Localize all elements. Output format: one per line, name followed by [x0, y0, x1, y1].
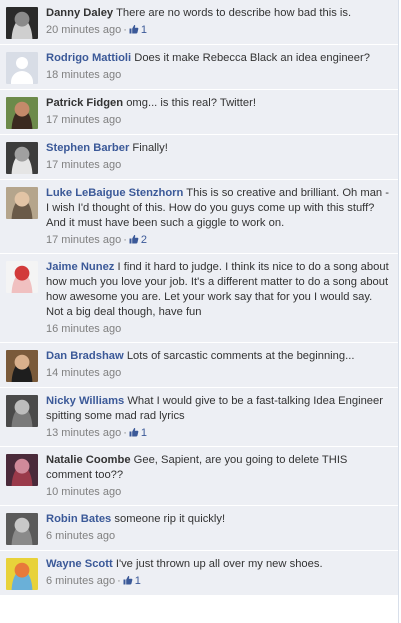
- comment-text: There are no words to describe how bad t…: [116, 7, 352, 19]
- comment-author-link[interactable]: Luke LeBaigue Stenzhorn: [46, 187, 183, 199]
- comment-timestamp[interactable]: 18 minutes ago: [46, 69, 121, 81]
- like-count[interactable]: 1: [135, 575, 141, 587]
- comment-meta: 14 minutes ago: [46, 366, 392, 381]
- comment-timestamp[interactable]: 6 minutes ago: [46, 530, 115, 542]
- avatar[interactable]: [6, 142, 38, 174]
- comment-body: Rodrigo Mattioli Does it make Rebecca Bl…: [46, 50, 392, 83]
- avatar[interactable]: [6, 187, 38, 219]
- comment-timestamp[interactable]: 10 minutes ago: [46, 486, 121, 498]
- meta-separator: ·: [117, 575, 121, 587]
- comment-author-link[interactable]: Danny Daley: [46, 7, 113, 19]
- comment-timestamp[interactable]: 17 minutes ago: [46, 114, 121, 126]
- comment-body: Robin Bates someone rip it quickly! 6 min…: [46, 511, 392, 544]
- avatar[interactable]: [6, 395, 38, 427]
- comment-item: Luke LeBaigue Stenzhorn This is so creat…: [0, 180, 398, 254]
- comment-author-link[interactable]: Jaime Nunez: [46, 261, 114, 273]
- comment-text: Finally!: [132, 142, 168, 154]
- comment-item: Patrick Fidgen omg... is this real? Twit…: [0, 90, 398, 135]
- comment-meta: 6 minutes ago · 1: [46, 574, 392, 589]
- thumbs-up-icon: [129, 234, 139, 244]
- comment-item: Dan Bradshaw Lots of sarcastic comments …: [0, 343, 398, 388]
- comment-item: Rodrigo Mattioli Does it make Rebecca Bl…: [0, 45, 398, 90]
- like-count-link[interactable]: 1: [129, 24, 147, 36]
- comment-meta: 10 minutes ago: [46, 485, 392, 500]
- comment-body: Luke LeBaigue Stenzhorn This is so creat…: [46, 185, 392, 248]
- avatar[interactable]: [6, 52, 38, 84]
- comment-meta: 17 minutes ago · 2: [46, 233, 392, 248]
- comment-timestamp[interactable]: 17 minutes ago: [46, 159, 121, 171]
- comment-item: Jaime Nunez I find it hard to judge. I t…: [0, 254, 398, 343]
- comment-text: someone rip it quickly!: [114, 513, 226, 525]
- comment-meta: 13 minutes ago · 1: [46, 426, 392, 441]
- comment-timestamp[interactable]: 13 minutes ago: [46, 427, 121, 439]
- comment-meta: 6 minutes ago: [46, 529, 392, 544]
- comment-meta: 18 minutes ago: [46, 68, 392, 83]
- comment-body: Wayne Scott I've just thrown up all over…: [46, 556, 392, 589]
- meta-separator: ·: [123, 24, 127, 36]
- comment-body: Jaime Nunez I find it hard to judge. I t…: [46, 259, 392, 337]
- meta-separator: ·: [123, 234, 127, 246]
- comment-author-link[interactable]: Natalie Coombe: [46, 454, 131, 466]
- comment-text: omg... is this real? Twitter!: [126, 97, 256, 109]
- meta-separator: ·: [123, 427, 127, 439]
- like-count[interactable]: 2: [141, 234, 147, 246]
- comment-meta: 17 minutes ago: [46, 113, 392, 128]
- avatar[interactable]: [6, 558, 38, 590]
- like-count[interactable]: 1: [141, 427, 147, 439]
- comment-body: Nicky Williams What I would give to be a…: [46, 393, 392, 441]
- comment-timestamp[interactable]: 6 minutes ago: [46, 575, 115, 587]
- comment-meta: 17 minutes ago: [46, 158, 392, 173]
- comment-body: Danny Daley There are no words to descri…: [46, 5, 392, 38]
- avatar[interactable]: [6, 454, 38, 486]
- comment-body: Dan Bradshaw Lots of sarcastic comments …: [46, 348, 392, 381]
- avatar[interactable]: [6, 7, 38, 39]
- thumbs-up-icon: [129, 24, 139, 34]
- like-count-link[interactable]: 1: [123, 575, 141, 587]
- comment-text: Lots of sarcastic comments at the beginn…: [126, 350, 355, 362]
- avatar[interactable]: [6, 513, 38, 545]
- thumbs-up-icon: [129, 427, 139, 437]
- comment-meta: 16 minutes ago: [46, 322, 392, 337]
- thumbs-up-icon: [123, 575, 133, 585]
- comment-meta: 20 minutes ago · 1: [46, 23, 392, 38]
- comment-author-link[interactable]: Nicky Williams: [46, 395, 124, 407]
- comment-body: Patrick Fidgen omg... is this real? Twit…: [46, 95, 392, 128]
- comment-body: Natalie Coombe Gee, Sapient, are you goi…: [46, 452, 392, 500]
- comment-author-link[interactable]: Wayne Scott: [46, 558, 113, 570]
- comment-item: Danny Daley There are no words to descri…: [0, 0, 398, 45]
- like-count-link[interactable]: 2: [129, 234, 147, 246]
- comment-timestamp[interactable]: 20 minutes ago: [46, 24, 121, 36]
- comment-text: Does it make Rebecca Black an idea engin…: [134, 52, 370, 64]
- comment-list: Danny Daley There are no words to descri…: [0, 0, 399, 623]
- avatar[interactable]: [6, 350, 38, 382]
- avatar[interactable]: [6, 97, 38, 129]
- like-count-link[interactable]: 1: [129, 427, 147, 439]
- comment-item: Nicky Williams What I would give to be a…: [0, 388, 398, 447]
- comment-timestamp[interactable]: 16 minutes ago: [46, 323, 121, 335]
- comment-timestamp[interactable]: 17 minutes ago: [46, 234, 121, 246]
- comment-item: Natalie Coombe Gee, Sapient, are you goi…: [0, 447, 398, 506]
- comment-author-link[interactable]: Rodrigo Mattioli: [46, 52, 131, 64]
- comment-author-link[interactable]: Patrick Fidgen: [46, 97, 123, 109]
- comment-author-link[interactable]: Robin Bates: [46, 513, 111, 525]
- like-count[interactable]: 1: [141, 24, 147, 36]
- comment-item: Wayne Scott I've just thrown up all over…: [0, 551, 398, 596]
- comment-author-link[interactable]: Stephen Barber: [46, 142, 129, 154]
- avatar[interactable]: [6, 261, 38, 293]
- comment-item: Robin Bates someone rip it quickly! 6 min…: [0, 506, 398, 551]
- comment-text: I've just thrown up all over my new shoe…: [115, 558, 323, 570]
- comment-item: Stephen Barber Finally! 17 minutes ago: [0, 135, 398, 180]
- comment-author-link[interactable]: Dan Bradshaw: [46, 350, 124, 362]
- comment-body: Stephen Barber Finally! 17 minutes ago: [46, 140, 392, 173]
- comment-timestamp[interactable]: 14 minutes ago: [46, 367, 121, 379]
